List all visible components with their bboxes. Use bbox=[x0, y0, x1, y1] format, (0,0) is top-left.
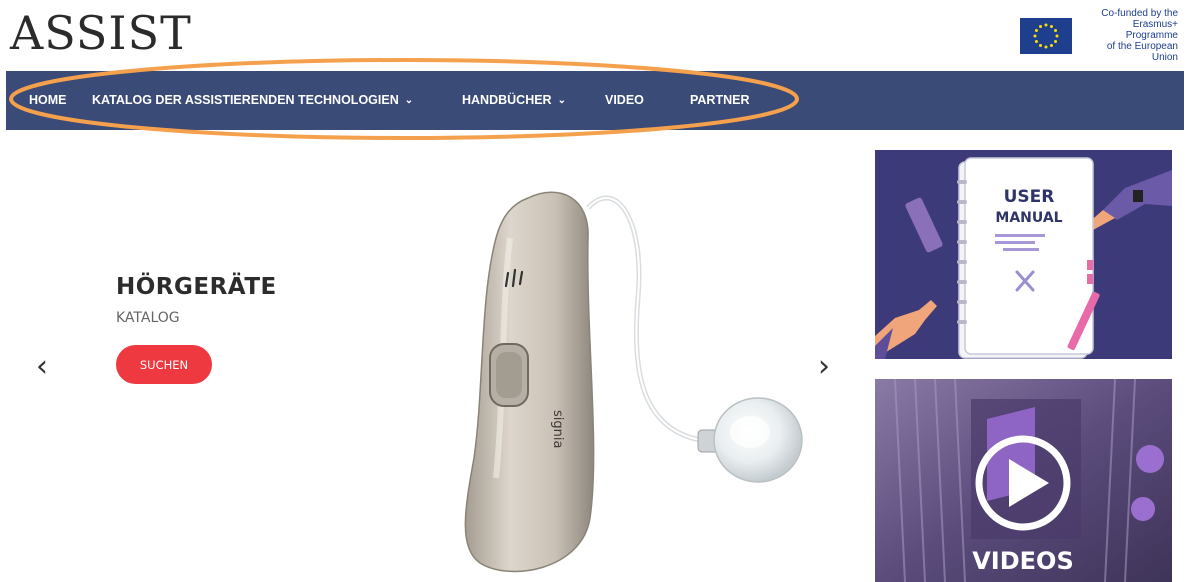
chevron-down-icon: ⌄ bbox=[557, 95, 566, 106]
eu-star-icon bbox=[1054, 28, 1058, 32]
hearing-aid-image: signia bbox=[464, 191, 803, 573]
nav-item-manuals[interactable]: HANDBÜCHER ⌄ bbox=[462, 71, 566, 130]
user-manual-illustration: USER MANUAL bbox=[875, 150, 1172, 359]
slide-title: HÖRGERÄTE bbox=[116, 274, 277, 300]
nav-item-video-label: VIDEO bbox=[605, 93, 644, 107]
eu-star-icon bbox=[1034, 28, 1038, 32]
nav-item-home-label: HOME bbox=[29, 93, 67, 107]
manual-card-title-line2: MANUAL bbox=[995, 210, 1062, 226]
eu-flag-icon bbox=[1020, 17, 1072, 54]
videos-card[interactable]: VIDEOS bbox=[875, 379, 1172, 582]
eu-star-icon bbox=[1034, 39, 1038, 43]
slide-subtitle: KATALOG bbox=[116, 310, 180, 326]
site-logo[interactable]: ASSIST bbox=[10, 6, 192, 60]
nav-item-partner[interactable]: PARTNER bbox=[690, 71, 750, 130]
nav-item-video[interactable]: VIDEO bbox=[605, 71, 644, 130]
slider-prev-button[interactable]: ‹ bbox=[36, 352, 48, 382]
eu-star-icon bbox=[1055, 34, 1059, 37]
eu-star-icon bbox=[1054, 39, 1058, 43]
product-brand-text: signia bbox=[550, 410, 565, 448]
nav-item-manuals-label: HANDBÜCHER bbox=[462, 93, 552, 107]
eu-star-icon bbox=[1033, 34, 1037, 37]
eu-funding-text: Co-funded by the Erasmus+ Programme of t… bbox=[1080, 8, 1178, 63]
nav-item-home[interactable]: HOME bbox=[29, 71, 67, 130]
eu-text-line3: of the European Union bbox=[1106, 41, 1178, 63]
chevron-down-icon: ⌄ bbox=[404, 95, 414, 106]
eu-funding-badge: Co-funded by the Erasmus+ Programme of t… bbox=[1020, 8, 1178, 63]
eu-star-icon bbox=[1050, 43, 1053, 47]
eu-text-line2: Erasmus+ Programme bbox=[1125, 19, 1178, 41]
eu-star-icon bbox=[1050, 24, 1053, 28]
eu-star-icon bbox=[1039, 24, 1042, 28]
chevron-left-icon: ‹ bbox=[36, 349, 48, 384]
videos-card-illustration: VIDEOS bbox=[875, 379, 1172, 582]
eu-star-icon bbox=[1044, 45, 1048, 48]
nav-item-catalog-label: KATALOG DER ASSISTIERENDEN TECHNOLOGIEN bbox=[92, 93, 399, 107]
videos-card-label: VIDEOS bbox=[972, 547, 1074, 575]
search-button[interactable]: SUCHEN bbox=[116, 345, 212, 384]
eu-star-icon bbox=[1044, 23, 1048, 26]
user-manual-card[interactable]: USER MANUAL bbox=[875, 150, 1172, 359]
nav-item-partner-label: PARTNER bbox=[690, 93, 750, 107]
nav-item-catalog[interactable]: KATALOG DER ASSISTIERENDEN TECHNOLOGIEN ⌄ bbox=[92, 71, 413, 130]
eu-star-icon bbox=[1039, 43, 1042, 47]
manual-card-title-line1: USER bbox=[1004, 187, 1055, 207]
eu-text-line1: Co-funded by the bbox=[1101, 8, 1178, 19]
main-nav: HOME KATALOG DER ASSISTIERENDEN TECHNOLO… bbox=[6, 71, 1184, 130]
